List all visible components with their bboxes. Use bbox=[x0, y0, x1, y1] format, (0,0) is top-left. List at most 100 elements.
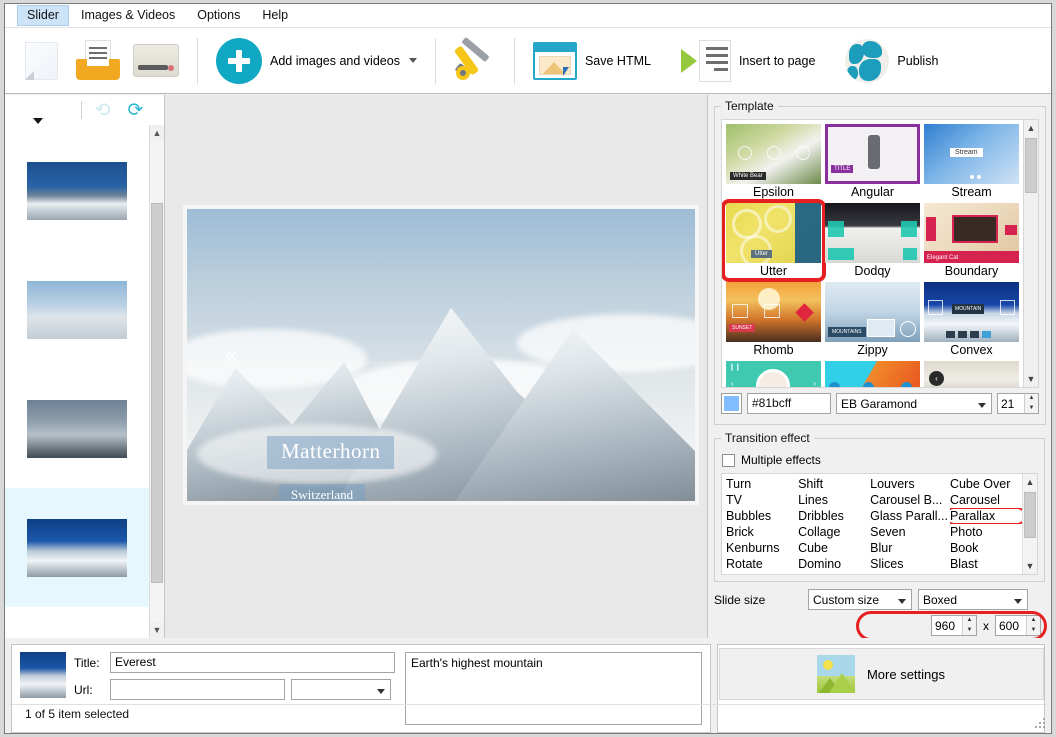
spin-down-icon[interactable]: ▼ bbox=[1027, 626, 1040, 636]
font-size-spin-buttons[interactable]: ▲ ▼ bbox=[1024, 394, 1038, 413]
undo-button[interactable]: ⟲ bbox=[90, 98, 115, 123]
spin-down-icon[interactable]: ▼ bbox=[1025, 404, 1038, 414]
effect-item[interactable]: TV bbox=[726, 492, 798, 508]
effect-item[interactable]: Blinds bbox=[726, 572, 798, 574]
slide-layout-select[interactable]: Boxed bbox=[918, 589, 1028, 610]
slide-width-value[interactable]: 960 bbox=[932, 616, 962, 635]
menu-item-help[interactable]: Help bbox=[252, 5, 298, 26]
effect-item[interactable]: Louvers bbox=[870, 476, 950, 492]
template-item-epsilon[interactable]: White Bear Epsilon bbox=[726, 124, 821, 200]
effect-item[interactable]: Rotate bbox=[726, 556, 798, 572]
url-target-select[interactable] bbox=[291, 679, 391, 700]
effect-item[interactable]: Cube Over bbox=[950, 476, 1022, 492]
add-images-and-videos-button[interactable]: Add images and videos bbox=[210, 33, 423, 89]
effect-item[interactable]: Brick bbox=[726, 524, 798, 540]
slide-height-value[interactable]: 600 bbox=[996, 616, 1026, 635]
effect-item[interactable]: Lines bbox=[798, 492, 870, 508]
effect-item[interactable]: Carousel bbox=[950, 492, 1022, 508]
effects-scrollbar[interactable]: ▲ ▼ bbox=[1022, 474, 1037, 574]
effect-item[interactable]: Cube bbox=[798, 540, 870, 556]
menu-item-options[interactable]: Options bbox=[187, 5, 250, 26]
effect-item[interactable]: Cube bbox=[950, 572, 1022, 574]
new-project-button[interactable] bbox=[15, 33, 69, 89]
preview-prev-arrow[interactable]: « bbox=[225, 342, 237, 368]
slides-scrollbar[interactable]: ▲ ▼ bbox=[149, 125, 164, 638]
spin-up-icon[interactable]: ▲ bbox=[963, 616, 976, 626]
spin-down-icon[interactable]: ▼ bbox=[963, 626, 976, 636]
effect-item[interactable]: Slices bbox=[870, 556, 950, 572]
list-item[interactable] bbox=[5, 131, 149, 250]
publish-button[interactable]: Publish bbox=[839, 33, 944, 89]
effect-item[interactable]: Carousel B... bbox=[870, 492, 950, 508]
width-spin-buttons[interactable]: ▲ ▼ bbox=[962, 616, 976, 635]
menu-item-images-videos[interactable]: Images & Videos bbox=[71, 5, 185, 26]
title-input[interactable]: Everest bbox=[110, 652, 395, 673]
template-item-utter[interactable]: Utter Utter bbox=[722, 199, 826, 282]
effect-item[interactable]: Glass Parall... bbox=[870, 508, 950, 524]
effect-item[interactable]: Fade bbox=[798, 572, 870, 574]
template-item-stream[interactable]: Stream Stream bbox=[924, 124, 1019, 200]
template-item-angular[interactable]: TITLE Angular bbox=[825, 124, 920, 200]
checkbox-box[interactable] bbox=[722, 453, 735, 467]
template-item-row4-1[interactable]: ❙❙ ‹ › bbox=[726, 361, 821, 387]
description-textarea[interactable]: Earth's highest mountain bbox=[405, 652, 702, 725]
scroll-up-icon[interactable]: ▲ bbox=[150, 125, 164, 141]
template-item-dodqy[interactable]: Dodqy bbox=[825, 203, 920, 279]
save-project-button[interactable] bbox=[127, 33, 185, 89]
effects-scroll-thumb[interactable] bbox=[1024, 492, 1036, 538]
effect-item[interactable]: Rockinline bbox=[870, 572, 950, 574]
scroll-down-icon[interactable]: ▼ bbox=[150, 622, 164, 638]
slide-preview[interactable]: « Matterhorn Switzerland bbox=[183, 205, 699, 505]
add-slide-button[interactable] bbox=[15, 98, 43, 124]
template-item-convex[interactable]: MOUNTAIN Convex bbox=[924, 282, 1019, 358]
effect-item[interactable]: Bubbles bbox=[726, 508, 798, 524]
color-hex-input[interactable]: #81bcff bbox=[747, 393, 831, 414]
open-project-button[interactable] bbox=[69, 33, 127, 89]
list-item[interactable] bbox=[5, 369, 149, 488]
slide-height-stepper[interactable]: 600 ▲ ▼ bbox=[995, 615, 1041, 636]
effect-item[interactable]: Shift bbox=[798, 476, 870, 492]
effect-item[interactable]: Blur bbox=[870, 540, 950, 556]
effect-item[interactable]: Collage bbox=[798, 524, 870, 540]
template-item-row4-3[interactable]: ‹ bbox=[924, 361, 1019, 387]
font-family-select[interactable]: EB Garamond bbox=[836, 393, 992, 414]
list-item[interactable] bbox=[5, 488, 149, 607]
template-item-boundary[interactable]: Elegant Cat Boundary bbox=[924, 203, 1019, 279]
scroll-up-icon[interactable]: ▲ bbox=[1023, 474, 1037, 490]
more-settings-button[interactable]: More settings bbox=[718, 648, 1044, 700]
scroll-up-icon[interactable]: ▲ bbox=[1024, 120, 1038, 136]
slide-width-stepper[interactable]: 960 ▲ ▼ bbox=[931, 615, 977, 636]
multiple-effects-checkbox[interactable]: Multiple effects bbox=[722, 453, 1038, 467]
font-size-stepper[interactable]: 21 ▲ ▼ bbox=[997, 393, 1039, 414]
slides-scroll-thumb[interactable] bbox=[151, 203, 163, 583]
font-size-value[interactable]: 21 bbox=[998, 394, 1024, 413]
chevron-down-icon[interactable] bbox=[408, 58, 417, 63]
resize-grip[interactable] bbox=[1033, 716, 1045, 728]
effect-item[interactable]: Blast bbox=[950, 556, 1022, 572]
add-slide-chevron-icon[interactable] bbox=[33, 117, 43, 124]
effect-item[interactable]: Photo bbox=[950, 524, 1022, 540]
remove-slide-button[interactable] bbox=[48, 98, 73, 123]
insert-to-page-button[interactable]: Insert to page bbox=[675, 33, 821, 89]
template-item-rhomb[interactable]: SUNSET Rhomb bbox=[726, 282, 821, 358]
height-spin-buttons[interactable]: ▲ ▼ bbox=[1026, 616, 1040, 635]
redo-button[interactable]: ⟳ bbox=[123, 98, 148, 123]
url-input[interactable] bbox=[110, 679, 285, 700]
effect-item[interactable]: Dribbles bbox=[798, 508, 870, 524]
effect-item[interactable]: Turn bbox=[726, 476, 798, 492]
spin-up-icon[interactable]: ▲ bbox=[1027, 616, 1040, 626]
save-html-button[interactable]: Save HTML bbox=[527, 33, 657, 89]
effect-item[interactable]: Domino bbox=[798, 556, 870, 572]
template-item-row4-2[interactable] bbox=[825, 361, 920, 387]
scroll-down-icon[interactable]: ▼ bbox=[1023, 558, 1037, 574]
scroll-down-icon[interactable]: ▼ bbox=[1024, 371, 1038, 387]
effect-item[interactable]: Book bbox=[950, 540, 1022, 556]
tools-button[interactable] bbox=[448, 33, 502, 89]
slide-size-mode-select[interactable]: Custom size bbox=[808, 589, 912, 610]
color-swatch-button[interactable] bbox=[721, 393, 742, 414]
template-item-zippy[interactable]: MOUNTAINS Zippy bbox=[825, 282, 920, 358]
effect-item[interactable]: Kenburns bbox=[726, 540, 798, 556]
effect-item-parallax[interactable]: Parallax bbox=[949, 508, 1022, 524]
list-item[interactable] bbox=[5, 250, 149, 369]
effect-item[interactable]: Seven bbox=[870, 524, 950, 540]
